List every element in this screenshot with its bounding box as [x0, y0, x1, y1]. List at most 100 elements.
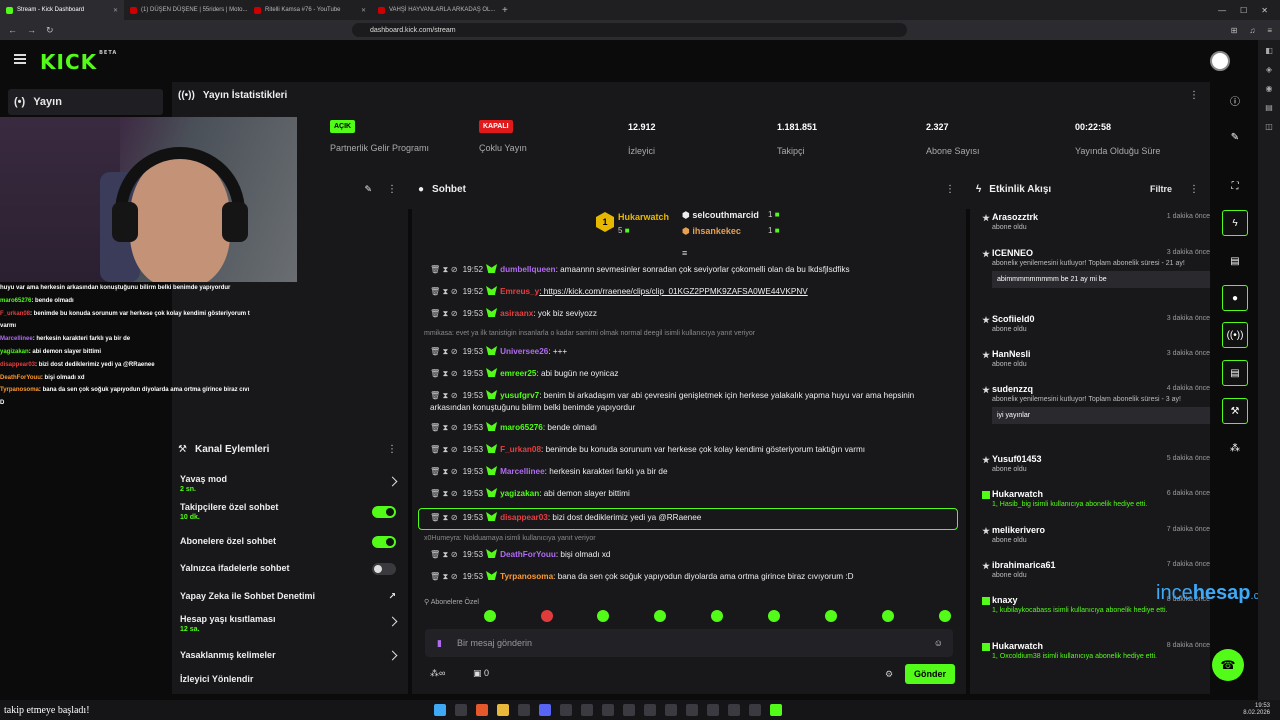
chat-message[interactable]: 🗑 ⧗ ⊘ 19:52 Emreus_y: https://kick.com/rra…	[424, 286, 954, 298]
send-button[interactable]: Gönder	[905, 664, 955, 684]
chat-message[interactable]: 🗑 ⧗ ⊘ 19:53 Marcellinee: herkesin karakter…	[424, 466, 954, 478]
sidebar-tool-icon[interactable]: ◉	[1266, 84, 1273, 93]
message-username[interactable]: Emreus_y	[500, 287, 539, 296]
leaderboard-top-user[interactable]: Hukarwatch	[618, 212, 669, 222]
app-icon[interactable]	[560, 704, 572, 716]
activity-item[interactable]: ICENNEO 3 dakika önce aboneliк yenilemesin…	[982, 248, 1210, 288]
extensions-icon[interactable]: ⊞	[1231, 26, 1238, 35]
mod-actions-icon[interactable]: 🗑 ⧗ ⊘	[430, 265, 458, 274]
chat-message[interactable]: 🗑 ⧗ ⊘ 19:53 yusufgrv7: benim bi arkadaşım …	[424, 390, 954, 414]
close-window-icon[interactable]: ✕	[1261, 6, 1268, 15]
steam-icon[interactable]	[518, 704, 530, 716]
forward-icon[interactable]: →	[27, 25, 36, 36]
collapse-leaderboard-icon[interactable]: ≡	[682, 248, 687, 258]
mod-actions-icon[interactable]: 🗑 ⧗ ⊘	[430, 572, 458, 581]
close-tab-icon[interactable]: ✕	[361, 7, 366, 14]
app-icon[interactable]	[707, 704, 719, 716]
browser-tab-kick[interactable]: Stream - Kick Dashboard ✕	[0, 0, 124, 20]
maximize-icon[interactable]: ☐	[1240, 6, 1247, 15]
chat-message[interactable]: 🗑 ⧗ ⊘ 19:53 yagizakan: abi demon slayer bi…	[424, 488, 954, 500]
action-ai-moderation[interactable]: Yapay Zeka ile Sohbet Denetimi ↗	[180, 591, 402, 601]
leaderboard-user-2[interactable]: ⬢ selcouthmarcid	[682, 210, 759, 221]
message-username[interactable]: Tyrpanosoma	[500, 572, 553, 581]
emote-icon[interactable]	[882, 610, 894, 622]
search-icon[interactable]	[455, 704, 467, 716]
app-icon[interactable]	[728, 704, 740, 716]
wrench-icon[interactable]: ⚒	[1222, 398, 1248, 424]
chat-message[interactable]: 🗑 ⧗ ⊘ 19:52 dumbellqueen: amaannn sevmesin…	[424, 264, 954, 276]
mod-actions-icon[interactable]: 🗑 ⧗ ⊘	[430, 309, 458, 318]
mod-actions-icon[interactable]: 🗑 ⧗ ⊘	[430, 287, 458, 296]
browser-tab-youtube-3[interactable]: VAHŞİ HAYVANLARLA ARKADAŞ OL...✕	[372, 0, 496, 20]
mod-actions-icon[interactable]: 🗑 ⧗ ⊘	[430, 489, 458, 498]
mod-actions-icon[interactable]: 🗑 ⧗ ⊘	[430, 423, 458, 432]
emote-icon[interactable]	[484, 610, 496, 622]
mod-actions-icon[interactable]: 🗑 ⧗ ⊘	[430, 347, 458, 356]
emoji-icon[interactable]: ☺	[934, 638, 943, 648]
sidebar-tool-icon[interactable]: ▤	[1265, 103, 1273, 112]
mod-actions-icon[interactable]: 🗑 ⧗ ⊘	[430, 369, 458, 378]
reload-icon[interactable]: ↻	[46, 25, 54, 36]
chat-message[interactable]: 🗑 ⧗ ⊘ 19:53 DeathForYouu: bişi olmadı xd	[424, 549, 954, 561]
chat-message[interactable]: 🗑 ⧗ ⊘ 19:53 Universee26: +++	[424, 346, 954, 358]
activity-item[interactable]: Yusuf01453 5 dakika önce abone oldu	[982, 454, 1210, 473]
minimize-icon[interactable]: —	[1218, 6, 1226, 15]
chat-message[interactable]: 🗑 ⧗ ⊘ 19:53 maro65276: bende olmadı	[424, 422, 954, 434]
activity-item[interactable]: Scofiield0 3 dakika önce abone oldu	[982, 314, 1210, 333]
app-icon[interactable]	[644, 704, 656, 716]
sidebar-tool-icon[interactable]: ◧	[1265, 46, 1273, 55]
external-link-icon[interactable]: ↗	[388, 591, 396, 602]
emote-icon[interactable]	[597, 610, 609, 622]
hamburger-menu-icon[interactable]	[14, 54, 26, 64]
emote-icon[interactable]	[825, 610, 837, 622]
more-options-icon[interactable]: ⋮	[1189, 184, 1199, 195]
emote-icon[interactable]	[939, 610, 951, 622]
browser-tab-youtube-2[interactable]: Ritelli Kamsa #76 - YouTube ✕	[248, 0, 372, 20]
url-field[interactable]: dashboard.kick.com/stream	[352, 23, 907, 37]
windows-start-icon[interactable]	[434, 704, 446, 716]
menu-icon[interactable]: ≡	[1267, 26, 1272, 35]
app-icon[interactable]	[665, 704, 677, 716]
back-icon[interactable]: ←	[8, 25, 17, 36]
info-icon[interactable]: ⓘ	[1222, 87, 1248, 113]
browser-tab-youtube-1[interactable]: (1) DÜŞEN DÜŞENE | 55riders | Moto...✕	[124, 0, 248, 20]
chat-message-input[interactable]: ▮ Bir mesaj gönderin ☺	[425, 629, 953, 657]
activity-item[interactable]: Hukarwatch 8 dakika önce 1, Oxcoldium38 is…	[982, 641, 1210, 660]
user-avatar[interactable]	[1210, 51, 1230, 71]
files-icon[interactable]	[497, 704, 509, 716]
emote-icon[interactable]	[711, 610, 723, 622]
help-chat-icon[interactable]: ☎	[1212, 649, 1244, 681]
mod-actions-icon[interactable]: 🗑 ⧗ ⊘	[430, 467, 458, 476]
layout-tool-icon[interactable]: ▤	[1222, 360, 1248, 386]
leaderboard-user-3[interactable]: ⬢ ihsankekec	[682, 226, 741, 237]
action-followers-only[interactable]: Takipçilere özel sohbet 10 dk.	[180, 502, 402, 521]
emote-icon[interactable]	[541, 610, 553, 622]
sidebar-tool-icon[interactable]: ◫	[1265, 122, 1273, 131]
action-banned-words[interactable]: Yasaklanmış kelimeler	[180, 650, 402, 661]
message-username[interactable]: F_urkan08	[500, 445, 541, 454]
message-username[interactable]: dumbellqueen	[500, 265, 556, 274]
mod-actions-icon[interactable]: 🗑 ⧗ ⊘	[430, 391, 458, 400]
channel-points[interactable]: ▣ 0	[473, 668, 489, 679]
gear-icon[interactable]: ⚙	[885, 669, 893, 680]
screenshot-icon[interactable]: ⛶	[1222, 173, 1248, 199]
microphone-icon[interactable]: ▮	[437, 638, 442, 649]
broadcast-tool-icon[interactable]: ((•))	[1222, 322, 1248, 348]
action-emotes-only[interactable]: Yalnızca ifadelerle sohbet	[180, 563, 402, 575]
message-username[interactable]: yagizakan	[500, 489, 539, 498]
message-username[interactable]: DeathForYouu	[500, 550, 556, 559]
sidebar-item-yayin[interactable]: (•) Yayın	[8, 89, 163, 115]
activity-item[interactable]: melikerivero 7 dakika önce abone oldu	[982, 525, 1210, 544]
app-icon[interactable]	[602, 704, 614, 716]
message-username[interactable]: emreer25	[500, 369, 536, 378]
action-subscribers-only[interactable]: Abonelere özel sohbet	[180, 536, 402, 548]
message-username[interactable]: Marcellinee	[500, 467, 545, 476]
more-options-icon[interactable]: ⋮	[387, 184, 397, 195]
action-slow-mode[interactable]: Yavaş mod 2 sn.	[180, 474, 402, 493]
sidebar-tool-icon[interactable]: ◈	[1266, 65, 1272, 74]
message-username[interactable]: yusufgrv7	[500, 391, 539, 400]
emote-icon[interactable]	[654, 610, 666, 622]
kick-taskbar-icon[interactable]	[770, 704, 782, 716]
toggle-switch[interactable]	[372, 506, 396, 518]
edit-icon[interactable]: ✎	[364, 184, 372, 195]
